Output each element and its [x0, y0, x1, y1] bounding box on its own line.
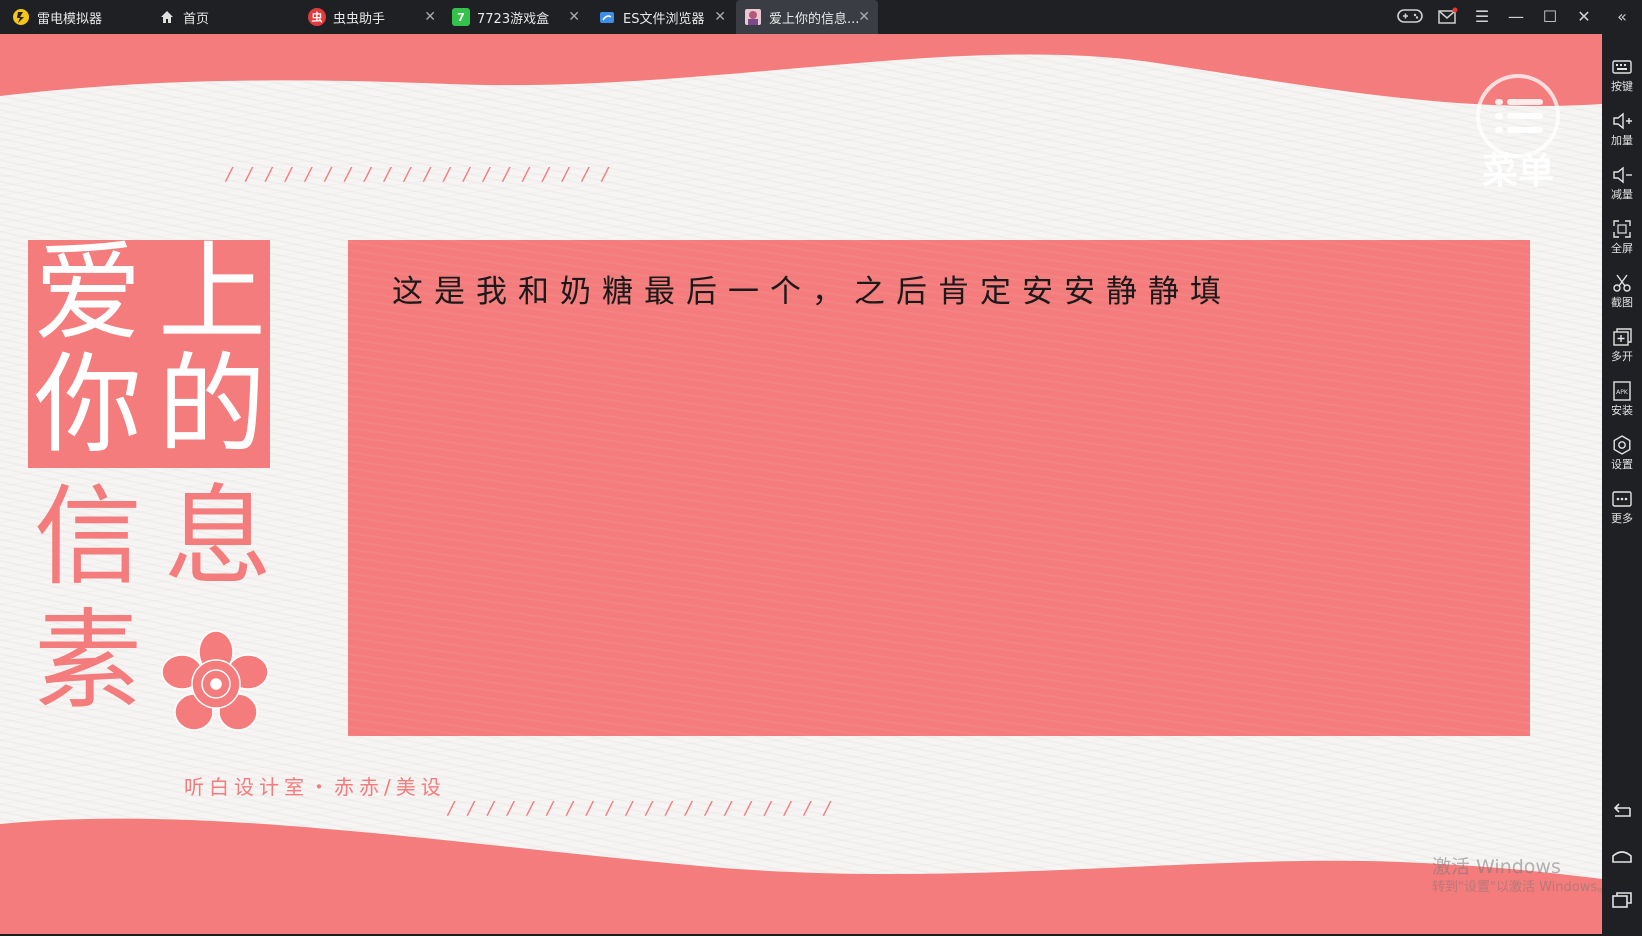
- tab-label: 7723游戏盒: [477, 11, 550, 27]
- close-icon[interactable]: ✕: [858, 9, 870, 25]
- title-char: 素: [34, 599, 143, 724]
- title-bar: 雷电模拟器 首页 虫 虫虫助手 ✕ 7 7723游戏盒 ✕ ES文件浏览器 ✕ …: [0, 0, 1642, 34]
- sidebar-item-label: 加量: [1611, 134, 1633, 147]
- sidebar-item-label: 按键: [1611, 80, 1633, 93]
- right-toolbar: 按键 加量 减量 全屏 截图 多开 APK 安装 设置 更多: [1602, 34, 1642, 936]
- sidebar-item-label: 截图: [1611, 296, 1633, 309]
- scissors-icon: [1613, 274, 1631, 292]
- sidebar-item-label: 安装: [1611, 404, 1633, 417]
- windows-activation-subtext: 转到"设置"以激活 Windows。: [1432, 880, 1611, 895]
- title-char: 的: [158, 343, 267, 468]
- mail-icon[interactable]: [1438, 7, 1458, 27]
- title-char: 上: [158, 231, 267, 356]
- game-avatar-icon: [744, 8, 762, 26]
- keyboard-icon: [1612, 60, 1632, 74]
- minimize-icon[interactable]: —: [1506, 7, 1526, 27]
- sidebar-item-volume-up[interactable]: 加量: [1602, 104, 1642, 154]
- tab-es-explorer[interactable]: ES文件浏览器 ✕: [598, 0, 734, 34]
- tab-home[interactable]: 首页: [158, 0, 294, 34]
- menu-button[interactable]: 菜单: [1468, 72, 1568, 192]
- title-char: 爱: [34, 231, 143, 356]
- sidebar-item-volume-down[interactable]: 减量: [1602, 158, 1642, 208]
- tab-leidian[interactable]: 雷电模拟器: [12, 0, 152, 34]
- sidebar-item-keymap[interactable]: 按键: [1602, 50, 1642, 100]
- tab-game-active[interactable]: 爱上你的信息... ✕: [736, 0, 878, 34]
- sidebar-item-fullscreen[interactable]: 全屏: [1602, 212, 1642, 262]
- studio-credit: 听白设计室・赤赤/美设: [184, 775, 446, 799]
- sidebar-item-label: 全屏: [1611, 242, 1633, 255]
- gear-icon: [1613, 435, 1631, 455]
- 7723-app-icon: 7: [452, 8, 470, 26]
- message-card: 这是我和奶糖最后一个，之后肯定安安静静填: [348, 240, 1530, 736]
- sidebar-item-more[interactable]: 更多: [1602, 482, 1642, 532]
- menu-icon[interactable]: ☰: [1472, 7, 1492, 27]
- es-explorer-icon: [598, 8, 616, 26]
- chongchong-app-icon: 虫: [308, 8, 326, 26]
- tab-label: 爱上你的信息...: [769, 11, 860, 27]
- sidebar-item-label: 更多: [1611, 512, 1633, 525]
- maximize-icon[interactable]: ☐: [1540, 7, 1560, 27]
- emulator-screen[interactable]: / / / / / / / / / / / / / / / / / / / / …: [0, 34, 1602, 934]
- close-icon[interactable]: ✕: [714, 9, 726, 25]
- apk-icon: APK: [1613, 381, 1631, 401]
- sidebar-item-screenshot[interactable]: 截图: [1602, 266, 1642, 316]
- volume-down-icon: [1613, 166, 1632, 184]
- title-char: 息: [164, 475, 273, 600]
- dash-decoration-top: / / / / / / / / / / / / / / / / / / / /: [226, 164, 613, 185]
- close-icon[interactable]: ✕: [424, 9, 436, 25]
- svg-text:APK: APK: [1616, 389, 1629, 396]
- tab-label: 首页: [183, 11, 210, 27]
- menu-label: 菜单: [1481, 151, 1554, 192]
- close-window-icon[interactable]: ✕: [1574, 7, 1594, 27]
- back-icon[interactable]: [1610, 800, 1634, 824]
- gamepad-icon[interactable]: [1396, 7, 1424, 27]
- sidebar-item-label: 多开: [1611, 350, 1633, 363]
- sidebar-item-label: 减量: [1611, 188, 1633, 201]
- home-nav-icon[interactable]: [1610, 844, 1634, 868]
- volume-up-icon: [1613, 112, 1632, 130]
- close-icon[interactable]: ✕: [568, 9, 580, 25]
- windows-activation-watermark: 激活 Windows: [1432, 856, 1561, 878]
- sidebar-item-settings[interactable]: 设置: [1602, 428, 1642, 478]
- multi-instance-icon: [1613, 328, 1632, 346]
- card-text: 这是我和奶糖最后一个，之后肯定安安静静填: [392, 274, 1232, 310]
- tab-label: 雷电模拟器: [37, 11, 103, 27]
- flower-icon: [161, 630, 269, 731]
- dash-decoration-bottom: / / / / / / / / / / / / / / / / / / / /: [448, 798, 835, 819]
- recent-apps-icon[interactable]: [1610, 888, 1634, 912]
- tab-label: 虫虫助手: [333, 11, 386, 27]
- more-icon: [1612, 491, 1632, 507]
- sidebar-item-multi[interactable]: 多开: [1602, 320, 1642, 370]
- tab-label: ES文件浏览器: [623, 11, 705, 27]
- collapse-sidebar-icon[interactable]: «: [1612, 7, 1632, 27]
- sidebar-item-label: 设置: [1611, 458, 1633, 471]
- title-char: 信: [34, 475, 143, 600]
- fullscreen-icon: [1613, 220, 1631, 238]
- tab-7723[interactable]: 7 7723游戏盒 ✕: [452, 0, 588, 34]
- tab-chongchong[interactable]: 虫 虫虫助手 ✕: [308, 0, 444, 34]
- sidebar-item-install[interactable]: APK 安装: [1602, 374, 1642, 424]
- title-char: 你: [34, 343, 143, 468]
- home-icon: [158, 8, 176, 26]
- leidian-logo-icon: [12, 8, 30, 26]
